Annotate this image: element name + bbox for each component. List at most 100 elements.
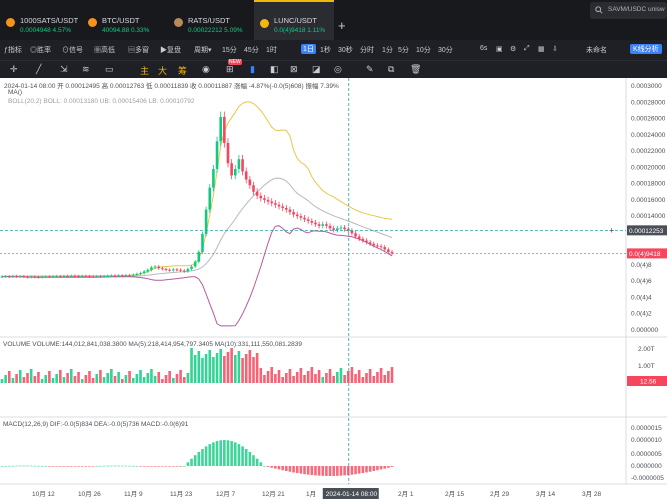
volume-bar: [131, 378, 135, 383]
interval-1h[interactable]: 1时: [266, 45, 277, 55]
macd-histogram-bar: [11, 465, 15, 467]
volume-bar: [106, 373, 110, 383]
kline-analysis-button[interactable]: K线分析: [630, 44, 662, 54]
eye-icon[interactable]: ◉: [202, 64, 210, 75]
macd-histogram-bar: [321, 466, 325, 476]
chips-button[interactable]: 筹: [178, 64, 187, 77]
volume-bar: [142, 377, 146, 383]
main-indicator-button[interactable]: 主: [140, 64, 149, 77]
add-tab-button[interactable]: +: [338, 18, 346, 33]
date-tick-label: 11月 23: [170, 490, 193, 498]
volume-bar: [80, 379, 84, 383]
candle-body: [164, 269, 168, 270]
big-order-button[interactable]: 大: [158, 64, 167, 77]
candle-body: [237, 159, 241, 169]
interval-10m[interactable]: 10分: [416, 45, 431, 55]
duplicate-icon[interactable]: ⧉: [388, 64, 394, 75]
trash-icon[interactable]: 🗑: [410, 64, 421, 75]
candle-body: [146, 269, 150, 272]
date-tick-label: 2月 1: [398, 490, 414, 498]
ray-tool-icon[interactable]: ⇲: [60, 64, 68, 75]
high-low-button[interactable]: ▦高低: [94, 45, 115, 55]
interval-30m[interactable]: 30分: [438, 45, 453, 55]
tab-symbol: RATS/USDT: [188, 16, 230, 25]
volume-bar: [226, 352, 230, 383]
macd-histogram-bar: [168, 466, 171, 467]
crosshair-tool-icon[interactable]: ✛: [10, 64, 18, 75]
candle-body: [55, 276, 58, 278]
candle-body: [73, 275, 77, 277]
volume-bar: [350, 367, 354, 383]
visibility-icon[interactable]: ◎: [334, 64, 342, 75]
volume-bar: [124, 375, 128, 383]
volume-bar: [215, 353, 219, 383]
volume-bar: [343, 375, 346, 383]
chart-area[interactable]: 2024-01-14 08:00 开 0.00012495 高 0.000127…: [0, 78, 667, 500]
tab-price: 40094.88 0.33%: [102, 27, 150, 34]
macd-tick-label: 0.0000015: [631, 425, 662, 432]
interval-1s[interactable]: 1秒: [320, 45, 331, 55]
tab-rats[interactable]: RATS/USDT 0.00022212 5.09%: [168, 0, 254, 40]
macd-histogram-bar: [37, 465, 40, 467]
macd-histogram-bar: [15, 465, 18, 467]
volume-bar: [55, 374, 58, 383]
date-tick-label: 10月 12: [32, 490, 55, 498]
layout-name[interactable]: 未命名: [586, 45, 607, 55]
macd-histogram-bar: [139, 466, 142, 467]
candle-body: [161, 268, 164, 270]
boll-upper-band: [1, 101, 393, 277]
volume-bar: [365, 373, 368, 383]
interval-1m[interactable]: 1分: [382, 45, 393, 55]
interval-timeline[interactable]: 分时: [360, 45, 374, 55]
signals-button[interactable]: ⊙信号: [62, 45, 83, 55]
lock-icon[interactable]: ◪: [312, 64, 321, 75]
replay-button[interactable]: ▶复盘: [160, 45, 181, 55]
macd-histogram-bar: [48, 466, 51, 467]
interval-30s[interactable]: 30秒: [338, 45, 353, 55]
fib-tool-icon[interactable]: ≋: [82, 64, 90, 75]
multi-window-button[interactable]: ▤多窗: [128, 45, 149, 55]
layout-icon[interactable]: ▦: [538, 45, 545, 53]
interval-1d[interactable]: 1日: [301, 44, 316, 54]
macd-histogram-bar: [124, 465, 128, 467]
line-tool-icon[interactable]: ╱: [36, 64, 41, 75]
candle-body: [219, 116, 222, 142]
candle-body: [157, 266, 161, 269]
bookmark-icon[interactable]: ▮: [250, 64, 255, 75]
volume-bar: [48, 371, 51, 383]
refresh-interval[interactable]: 6s: [480, 45, 487, 52]
macd-histogram-bar: [146, 466, 150, 467]
measure-icon[interactable]: ⊠: [290, 64, 298, 75]
volume-bar: [128, 371, 131, 383]
settings-icon[interactable]: ⚙: [510, 45, 516, 53]
candle-body: [80, 275, 84, 277]
tab-1000sats[interactable]: 1000SATS/USDT 0.0004948 4.57%: [0, 0, 82, 40]
drawing-settings-icon[interactable]: ✎: [366, 64, 374, 75]
rect-tool-icon[interactable]: ▭: [105, 64, 114, 75]
macd-histogram-bar: [390, 466, 394, 467]
interval-5m[interactable]: 5分: [398, 45, 409, 55]
interval-45m[interactable]: 45分: [244, 45, 259, 55]
volume-bar: [241, 358, 244, 383]
volume-bar: [346, 371, 350, 383]
indicators-button[interactable]: ƒ指标: [4, 45, 22, 55]
volume-bar: [274, 374, 277, 383]
fullscreen-icon[interactable]: ⤢: [524, 45, 530, 53]
magnet-icon[interactable]: ◧: [270, 64, 279, 75]
volume-bar: [219, 349, 222, 383]
search-input[interactable]: SAVM/USDC unisw: [590, 2, 667, 19]
interval-15m[interactable]: 15分: [222, 45, 237, 55]
camera-icon[interactable]: ▣: [496, 45, 503, 53]
date-tick-label: 3月 28: [582, 490, 602, 498]
candle-body: [142, 271, 146, 274]
alert-icon[interactable]: ⊞: [226, 64, 234, 75]
candle-body: [168, 269, 171, 271]
coin-icon: [88, 18, 97, 27]
tab-lunc[interactable]: LUNC/USDT 0.0(4)9418 1.11%: [254, 0, 334, 40]
download-icon[interactable]: ⇩: [552, 45, 558, 53]
period-dropdown[interactable]: 周期▾: [194, 45, 212, 55]
win-rate-button[interactable]: ◎胜率: [30, 45, 51, 55]
macd-histogram-bar: [284, 466, 288, 471]
candle-body: [259, 195, 263, 199]
tab-btc[interactable]: BTC/USDT 40094.88 0.33%: [82, 0, 168, 40]
